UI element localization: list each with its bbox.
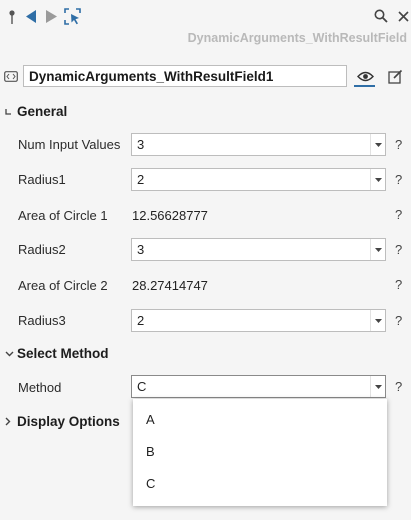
- window-title: DynamicArguments_WithResultField: [187, 31, 407, 45]
- help-icon[interactable]: ?: [395, 242, 402, 257]
- radius3-label: Radius3: [18, 313, 66, 328]
- chevron-right-icon: [5, 417, 17, 426]
- component-name-field[interactable]: DynamicArguments_WithResultField1: [23, 65, 347, 87]
- section-general[interactable]: General: [5, 104, 67, 119]
- chevron-collapse-icon: [5, 108, 17, 116]
- num-input-values-dropdown[interactable]: 3: [131, 133, 386, 156]
- chevron-down-icon[interactable]: [370, 169, 385, 190]
- chevron-down-icon[interactable]: [370, 134, 385, 155]
- eye-active-indicator: [354, 85, 375, 87]
- chevron-down-icon[interactable]: [370, 376, 385, 397]
- dropdown-option-a[interactable]: A: [146, 412, 155, 427]
- radius2-value: 3: [137, 242, 145, 257]
- forward-icon[interactable]: [44, 8, 58, 24]
- area1-label: Area of Circle 1: [18, 208, 108, 223]
- radius3-dropdown[interactable]: 2: [131, 309, 386, 332]
- chevron-down-icon[interactable]: [370, 310, 385, 331]
- close-icon[interactable]: [395, 8, 411, 24]
- help-icon[interactable]: ?: [395, 207, 402, 222]
- radius1-value: 2: [137, 172, 145, 187]
- method-value: C: [137, 379, 147, 394]
- area1-value: 12.56628777: [132, 208, 208, 223]
- radius2-label: Radius2: [18, 242, 66, 257]
- radius2-dropdown[interactable]: 3: [131, 238, 386, 261]
- dropdown-option-b[interactable]: B: [146, 444, 155, 459]
- chevron-down-icon[interactable]: [370, 239, 385, 260]
- method-label: Method: [18, 380, 62, 395]
- back-icon[interactable]: [24, 8, 38, 24]
- section-display-options-label: Display Options: [17, 414, 120, 429]
- radius1-dropdown[interactable]: 2: [131, 168, 386, 191]
- section-display-options[interactable]: Display Options: [5, 414, 120, 429]
- num-input-values-value: 3: [137, 137, 145, 152]
- eye-icon[interactable]: [354, 65, 376, 87]
- method-dropdown[interactable]: C: [131, 375, 386, 398]
- section-select-method-label: Select Method: [17, 346, 109, 361]
- area2-label: Area of Circle 2: [18, 278, 108, 293]
- help-icon[interactable]: ?: [395, 172, 402, 187]
- chevron-expanded-icon: [5, 351, 17, 357]
- method-dropdown-list: A B C: [133, 399, 387, 506]
- select-icon[interactable]: [63, 7, 81, 25]
- component-icon: [3, 69, 19, 83]
- dropdown-option-c[interactable]: C: [146, 476, 155, 491]
- help-icon[interactable]: ?: [395, 313, 402, 328]
- help-icon[interactable]: ?: [395, 277, 402, 292]
- edit-icon[interactable]: [385, 66, 405, 86]
- search-icon[interactable]: [373, 8, 389, 24]
- section-general-label: General: [17, 104, 68, 119]
- radius3-value: 2: [137, 313, 145, 328]
- pin-icon[interactable]: [6, 8, 18, 26]
- help-icon[interactable]: ?: [395, 379, 402, 394]
- section-select-method[interactable]: Select Method: [5, 346, 109, 361]
- num-input-values-label: Num Input Values: [18, 137, 121, 152]
- help-icon[interactable]: ?: [395, 137, 402, 152]
- radius1-label: Radius1: [18, 172, 66, 187]
- area2-value: 28.27414747: [132, 278, 208, 293]
